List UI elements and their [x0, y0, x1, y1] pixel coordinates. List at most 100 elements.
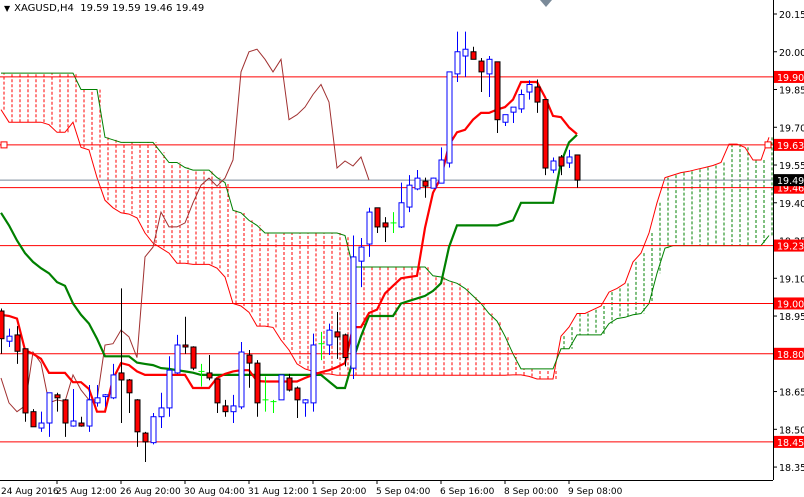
- candle-body: [38, 422, 45, 429]
- time-tick-label: 5 Sep 04:00: [376, 487, 431, 497]
- candle-body: [54, 394, 61, 399]
- candle-body: [494, 61, 501, 121]
- price-tick-label: 19.70: [779, 123, 804, 134]
- candle: [222, 399, 229, 417]
- candle-body: [14, 334, 21, 352]
- candle-body: [118, 372, 125, 381]
- price-tick-label: 19.55: [779, 161, 804, 172]
- candle: [182, 316, 189, 354]
- level-price-label: 19.00: [777, 299, 804, 310]
- candle: [390, 212, 397, 233]
- candle-body: [502, 114, 509, 123]
- price-chart[interactable]: 20.1520.0019.8519.7019.5519.4019.2519.10…: [0, 0, 804, 497]
- candle-body: [134, 399, 141, 433]
- candle-body: [94, 397, 101, 404]
- candle-body: [110, 374, 117, 399]
- candle-body: [558, 156, 565, 167]
- candle-body: [526, 83, 533, 93]
- triangle-down-icon[interactable]: ▼: [4, 4, 10, 13]
- candle-body: [422, 180, 429, 187]
- level-price-label: 19.63: [777, 141, 804, 152]
- candle-body: [478, 60, 485, 73]
- candle: [230, 394, 237, 424]
- time-tick-label: 9 Sep 08:00: [568, 487, 623, 497]
- candle: [286, 373, 293, 392]
- candle: [86, 385, 93, 432]
- tenkan-sen-line: [0, 80, 578, 413]
- candle: [310, 333, 317, 412]
- candle-body: [86, 399, 93, 427]
- candle-body: [0, 310, 5, 340]
- candle-body: [310, 344, 317, 404]
- level-price-label: 19.23: [777, 242, 804, 253]
- time-tick-label: 1 Sep 20:00: [312, 487, 367, 497]
- candle-body: [6, 335, 13, 342]
- candle: [206, 355, 213, 381]
- level-price-label: 19.90: [777, 73, 804, 84]
- candle-body: [542, 99, 549, 169]
- candle: [270, 399, 277, 413]
- candle: [454, 31, 461, 82]
- candle: [350, 235, 357, 379]
- candle-body: [158, 407, 165, 418]
- candle-body: [342, 334, 349, 359]
- candle-body: [446, 71, 453, 164]
- candle-body: [286, 377, 293, 391]
- candle-body: [174, 344, 181, 374]
- candle: [502, 114, 509, 127]
- price-tick-label: 18.35: [779, 463, 804, 474]
- candle: [0, 308, 5, 354]
- candle: [278, 374, 285, 401]
- candle: [550, 157, 557, 174]
- candle-body: [326, 329, 333, 346]
- candle-body: [246, 354, 253, 364]
- candle-body: [182, 344, 189, 348]
- candle: [294, 386, 301, 418]
- candle-body: [550, 160, 557, 171]
- candle-body: [566, 156, 573, 164]
- ohlc-label: 19.59 19.59 19.46 19.49: [80, 3, 205, 14]
- candle: [134, 399, 141, 447]
- time-tick-label: 24 Aug 2016: [1, 487, 59, 497]
- candle-body: [222, 405, 229, 413]
- candle-body: [534, 86, 541, 103]
- candle: [158, 392, 165, 429]
- candle-body: [294, 387, 301, 401]
- chart-window[interactable]: ▼ XAGUSD,H4 19.59 19.59 19.46 19.49 20.15…: [0, 0, 804, 497]
- chart-shift-marker-icon[interactable]: [540, 0, 552, 7]
- candle-body: [46, 392, 53, 424]
- candle: [326, 323, 333, 356]
- candle-body: [142, 432, 149, 443]
- candle: [462, 31, 469, 77]
- price-tick-label: 19.40: [779, 199, 804, 210]
- candle: [78, 416, 85, 427]
- candle-body: [70, 420, 77, 427]
- candle-body: [470, 51, 477, 60]
- candle: [6, 328, 13, 347]
- symbol-label: XAGUSD,H4: [14, 3, 74, 14]
- candle-body: [366, 211, 373, 245]
- candle-body: [382, 222, 389, 228]
- price-tick-label: 18.50: [779, 425, 804, 436]
- candle: [366, 207, 373, 257]
- candle-body: [206, 372, 213, 379]
- candle-body: [22, 348, 29, 414]
- candle: [438, 147, 445, 184]
- candle-body: [126, 379, 133, 394]
- candle: [46, 392, 53, 437]
- price-tick-label: 20.15: [779, 10, 804, 21]
- candle-body: [454, 51, 461, 75]
- candle: [190, 346, 197, 371]
- candle: [246, 350, 253, 388]
- candle: [470, 46, 477, 60]
- candle: [62, 399, 69, 437]
- candle: [150, 412, 157, 445]
- candle: [574, 154, 581, 188]
- candle: [478, 58, 485, 93]
- candle: [566, 149, 573, 169]
- candle: [142, 431, 149, 463]
- candle: [414, 170, 421, 191]
- candle: [70, 389, 77, 427]
- candle: [430, 177, 437, 189]
- candle-body: [510, 106, 517, 113]
